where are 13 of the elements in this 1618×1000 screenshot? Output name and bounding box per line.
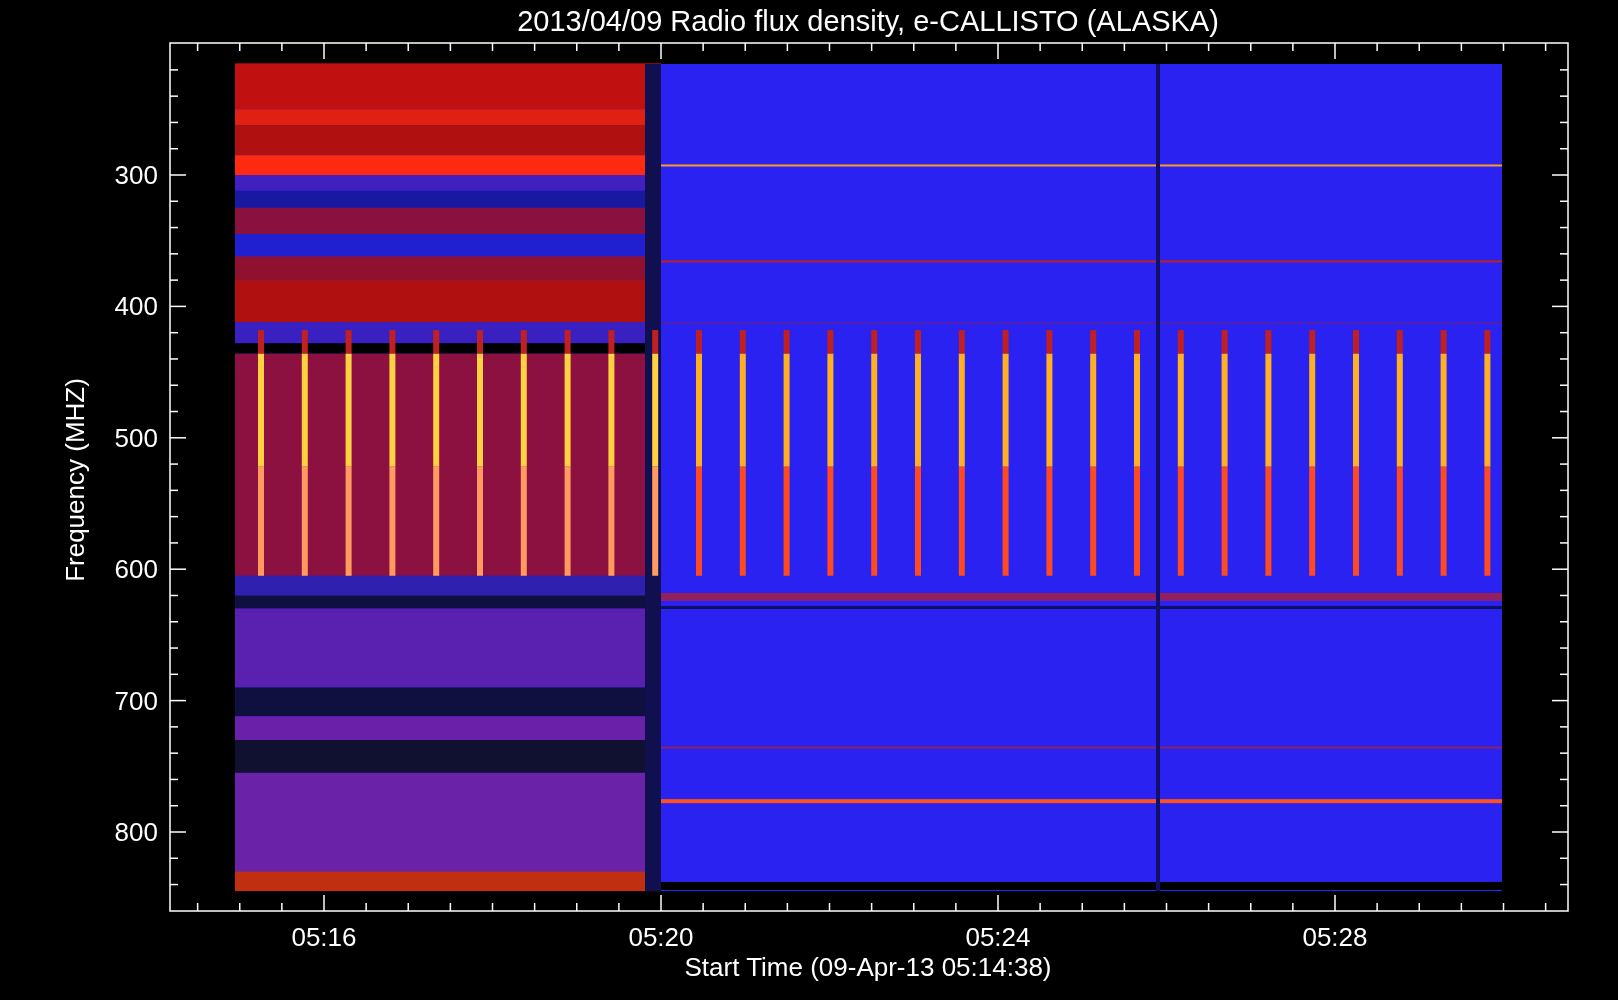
y-tick-label: 400 bbox=[114, 291, 158, 322]
y-tick-label: 300 bbox=[114, 160, 158, 190]
x-tick-label: 05:28 bbox=[1302, 922, 1368, 952]
x-tick-label: 05:24 bbox=[965, 922, 1031, 952]
y-tick-label: 500 bbox=[114, 422, 158, 453]
chart-title: 2013/04/09 Radio flux density, e-CALLISTO (ALASKA) bbox=[517, 5, 1219, 37]
x-tick-label: 05:16 bbox=[291, 922, 357, 952]
x-tick-label: 05:20 bbox=[628, 922, 694, 952]
x-axis-label: Start Time (09-Apr-13 05:14:38) bbox=[684, 952, 1052, 982]
y-tick-label: 600 bbox=[114, 554, 158, 585]
y-axis-label: Frequency (MHZ) bbox=[60, 378, 90, 582]
y-tick-label: 700 bbox=[114, 685, 158, 716]
y-tick-label: 800 bbox=[114, 817, 158, 847]
